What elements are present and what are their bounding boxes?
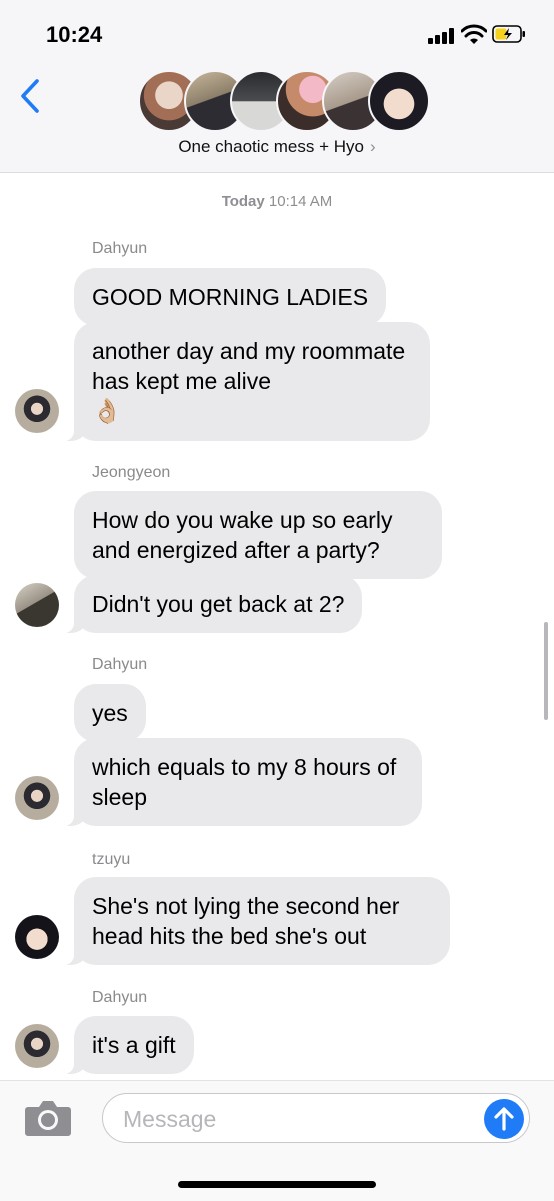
avatar <box>368 70 430 132</box>
chevron-right-icon: › <box>370 137 376 156</box>
back-chevron-icon[interactable] <box>18 78 42 114</box>
signal-icon <box>428 28 456 44</box>
home-indicator[interactable] <box>178 1181 376 1188</box>
sender-name: tzuyu <box>92 851 131 868</box>
message-bubble[interactable]: GOOD MORNING LADIES <box>74 268 387 326</box>
group-name: One chaotic mess + Hyo <box>178 137 364 156</box>
avatar[interactable] <box>15 389 59 433</box>
group-avatars[interactable] <box>138 70 430 132</box>
send-arrow-icon <box>494 1107 514 1131</box>
send-button[interactable] <box>484 1099 524 1139</box>
status-bar: 10:24 <box>0 0 554 64</box>
camera-icon[interactable] <box>24 1099 72 1137</box>
message-bubble[interactable]: another day and my roommate has kept me … <box>64 322 430 441</box>
status-time: 10:24 <box>46 22 103 47</box>
timestamp-day: Today <box>221 193 265 210</box>
sender-name: Jeongyeon <box>92 464 171 481</box>
avatar[interactable] <box>15 1024 59 1068</box>
avatar[interactable] <box>15 776 59 820</box>
message-bubble[interactable]: How do you wake up so early and energize… <box>74 491 442 579</box>
sender-name: Dahyun <box>92 656 148 673</box>
sender-name: Dahyun <box>92 989 148 1006</box>
message-bubble[interactable]: it's a gift <box>64 1016 194 1074</box>
sender-name: Dahyun <box>92 240 148 257</box>
avatar[interactable] <box>15 915 59 959</box>
group-name-button[interactable]: One chaotic mess + Hyo › <box>0 137 554 157</box>
message-bubble[interactable]: Didn't you get back at 2? <box>63 575 363 633</box>
battery-icon <box>492 25 525 43</box>
wifi-icon <box>461 24 487 44</box>
message-bubble[interactable]: which equals to my 8 hours of sleep <box>64 738 422 826</box>
timestamp-time: 10:14 AM <box>268 193 333 210</box>
timestamp: Today 10:14 AM <box>0 193 554 210</box>
avatar[interactable] <box>15 583 59 627</box>
message-input-field[interactable] <box>102 1093 530 1143</box>
message-bubble[interactable]: She's not lying the second her head hits… <box>64 877 450 965</box>
ok-hand-emoji: 👌🏼 <box>92 398 122 425</box>
message-input[interactable] <box>121 1102 465 1136</box>
scrollbar[interactable] <box>544 622 548 720</box>
message-bubble[interactable]: yes <box>74 684 146 742</box>
